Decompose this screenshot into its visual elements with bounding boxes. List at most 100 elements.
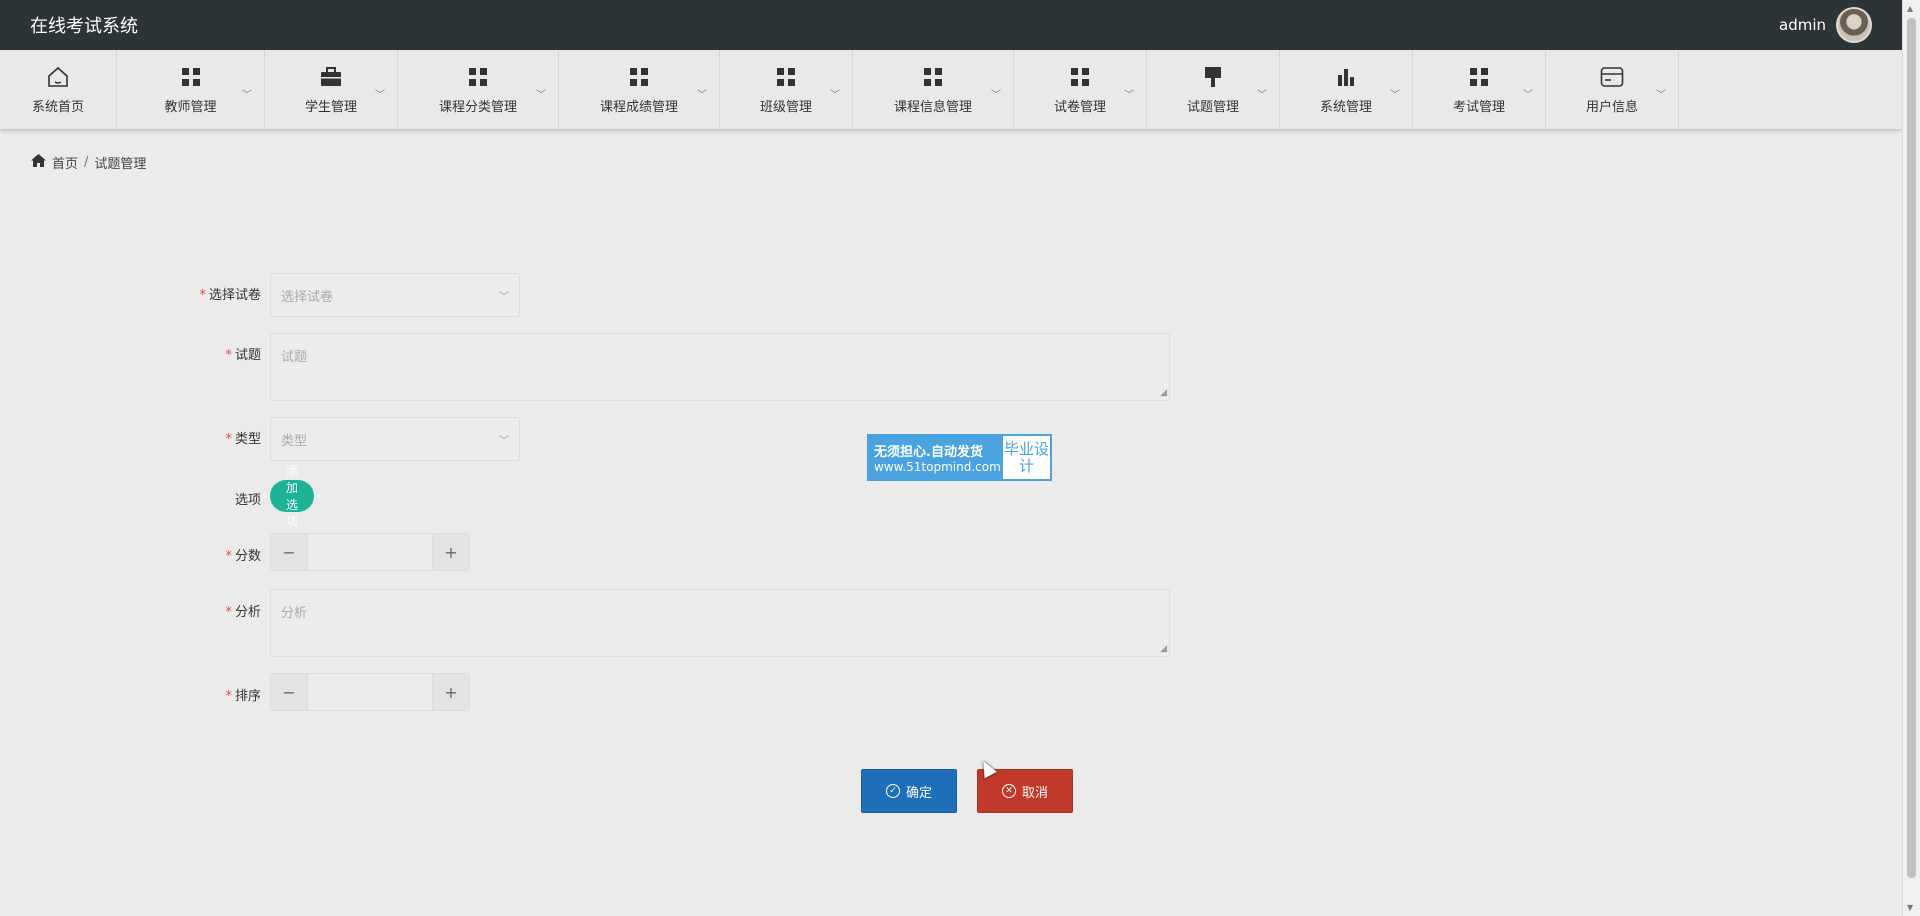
required-mark: * bbox=[225, 432, 232, 447]
confirm-label: 确定 bbox=[905, 785, 932, 801]
scroll-up-icon[interactable]: ▲ bbox=[1907, 4, 1913, 13]
increment-button[interactable]: + bbox=[432, 534, 469, 570]
grid-icon bbox=[920, 64, 946, 90]
question-textarea[interactable]: 试题 ◢ bbox=[270, 333, 1170, 401]
nav-label: 系统管理 bbox=[1319, 100, 1372, 115]
required-mark: * bbox=[225, 549, 232, 564]
required-mark: * bbox=[225, 348, 232, 363]
type-select-placeholder: 类型 bbox=[281, 433, 308, 449]
nav-item-course-categories[interactable]: 课程分类管理 ﹀ bbox=[398, 50, 559, 129]
paper-select[interactable]: 选择试卷 ﹀ bbox=[270, 273, 520, 317]
username[interactable]: admin bbox=[1779, 16, 1826, 34]
score-stepper: − + bbox=[270, 533, 470, 571]
home-icon bbox=[45, 64, 71, 90]
decrement-button[interactable]: − bbox=[271, 674, 308, 710]
brush-icon bbox=[1200, 64, 1226, 90]
chevron-down-icon: ﹀ bbox=[991, 90, 1001, 101]
nav-item-papers[interactable]: 试卷管理 ﹀ bbox=[1014, 50, 1147, 129]
nav-item-classes[interactable]: 班级管理 ﹀ bbox=[720, 50, 853, 129]
watermark-text: 无须担心.自动发货 www.51topmind.com bbox=[869, 436, 1003, 479]
order-input[interactable] bbox=[308, 674, 432, 710]
home-icon[interactable] bbox=[31, 154, 46, 171]
close-circle-icon: ✕ bbox=[1001, 784, 1016, 798]
paper-select-placeholder: 选择试卷 bbox=[281, 289, 334, 305]
watermark-badge: 无须担心.自动发货 www.51topmind.com 毕业设计 bbox=[867, 434, 1052, 481]
options-label: 选项 bbox=[234, 493, 261, 508]
nav-item-course-scores[interactable]: 课程成绩管理 ﹀ bbox=[559, 50, 720, 129]
chevron-down-icon: ﹀ bbox=[1257, 90, 1267, 101]
scroll-down-icon[interactable]: ▼ bbox=[1907, 903, 1913, 912]
grid-icon bbox=[1466, 64, 1492, 90]
chevron-down-icon: ﹀ bbox=[499, 291, 509, 303]
nav-label: 试题管理 bbox=[1186, 100, 1239, 115]
chevron-down-icon: ﹀ bbox=[1656, 90, 1666, 101]
resize-grip-icon[interactable]: ◢ bbox=[1160, 388, 1167, 398]
nav-item-course-info[interactable]: 课程信息管理 ﹀ bbox=[853, 50, 1014, 129]
nav-label: 考试管理 bbox=[1452, 100, 1505, 115]
watermark-right: 毕业设计 bbox=[1003, 439, 1049, 475]
grid-icon bbox=[178, 64, 204, 90]
order-stepper: − + bbox=[270, 673, 470, 711]
required-mark: * bbox=[199, 288, 206, 303]
app-title: 在线考试系统 bbox=[30, 16, 138, 37]
nav-label: 试卷管理 bbox=[1053, 100, 1106, 115]
grid-icon bbox=[465, 64, 491, 90]
nav-item-exams[interactable]: 考试管理 ﹀ bbox=[1413, 50, 1546, 129]
watermark-line2: www.51topmind.com bbox=[874, 460, 1001, 474]
chevron-down-icon: ﹀ bbox=[499, 435, 509, 447]
chevron-down-icon: ﹀ bbox=[830, 90, 840, 101]
check-circle-icon: ✓ bbox=[885, 784, 900, 798]
score-label: * 分数 bbox=[225, 549, 261, 564]
nav-label: 课程信息管理 bbox=[893, 100, 972, 115]
resize-grip-icon[interactable]: ◢ bbox=[1160, 644, 1167, 654]
nav-label: 系统首页 bbox=[31, 100, 84, 115]
nav-label: 学生管理 bbox=[304, 100, 357, 115]
required-mark: * bbox=[225, 605, 232, 620]
confirm-button[interactable]: ✓ 确定 bbox=[861, 769, 957, 813]
grid-icon bbox=[773, 64, 799, 90]
grid-icon bbox=[626, 64, 652, 90]
watermark-line1: 无须担心.自动发货 bbox=[874, 445, 983, 460]
question-label: * 试题 bbox=[225, 348, 261, 363]
increment-button[interactable]: + bbox=[432, 674, 469, 710]
breadcrumb-current: 试题管理 bbox=[94, 157, 147, 172]
scroll-thumb[interactable] bbox=[1907, 18, 1916, 878]
nav-item-teachers[interactable]: 教师管理 ﹀ bbox=[117, 50, 265, 129]
analysis-label: * 分析 bbox=[225, 605, 261, 620]
breadcrumb-home[interactable]: 首页 bbox=[52, 153, 78, 172]
nav-item-students[interactable]: 学生管理 ﹀ bbox=[265, 50, 398, 129]
bar-chart-icon bbox=[1333, 64, 1359, 90]
add-option-button[interactable]: 添加选项 bbox=[270, 464, 315, 529]
chevron-down-icon: ﹀ bbox=[1523, 90, 1533, 101]
question-placeholder: 试题 bbox=[281, 350, 308, 365]
chevron-down-icon: ﹀ bbox=[375, 90, 385, 101]
nav-label: 课程成绩管理 bbox=[599, 100, 678, 115]
nav-label: 用户信息 bbox=[1585, 100, 1638, 115]
nav-item-questions[interactable]: 试题管理 ﹀ bbox=[1147, 50, 1280, 129]
grid-icon bbox=[1067, 64, 1093, 90]
vertical-scrollbar[interactable]: ▲ ▼ bbox=[1902, 0, 1920, 916]
type-select[interactable]: 类型 ﹀ bbox=[270, 417, 520, 461]
chevron-down-icon: ﹀ bbox=[1390, 90, 1400, 101]
chevron-down-icon: ﹀ bbox=[536, 90, 546, 101]
decrement-button[interactable]: − bbox=[271, 534, 308, 570]
required-mark: * bbox=[225, 689, 232, 704]
card-icon bbox=[1599, 64, 1625, 90]
main-nav: 系统首页 教师管理 ﹀ 学生管理 ﹀ 课程分类管理 ﹀ 课程成绩管理 ﹀ 班级管… bbox=[0, 50, 1902, 129]
score-input[interactable] bbox=[308, 534, 432, 570]
nav-item-system[interactable]: 系统管理 ﹀ bbox=[1280, 50, 1413, 129]
cancel-label: 取消 bbox=[1021, 785, 1048, 801]
paper-label: * 选择试卷 bbox=[199, 288, 261, 303]
briefcase-icon bbox=[318, 64, 344, 90]
nav-item-user-info[interactable]: 用户信息 ﹀ bbox=[1546, 50, 1679, 129]
avatar[interactable] bbox=[1836, 7, 1872, 43]
chevron-down-icon: ﹀ bbox=[242, 90, 252, 101]
chevron-down-icon: ﹀ bbox=[1124, 90, 1134, 101]
user-menu[interactable]: admin bbox=[1779, 7, 1872, 43]
nav-label: 课程分类管理 bbox=[438, 100, 517, 115]
analysis-textarea[interactable]: 分析 ◢ bbox=[270, 589, 1170, 657]
nav-item-home[interactable]: 系统首页 bbox=[0, 50, 117, 129]
breadcrumb-separator: / bbox=[84, 155, 89, 170]
cancel-button[interactable]: ✕ 取消 bbox=[977, 769, 1073, 813]
analysis-placeholder: 分析 bbox=[281, 606, 308, 621]
